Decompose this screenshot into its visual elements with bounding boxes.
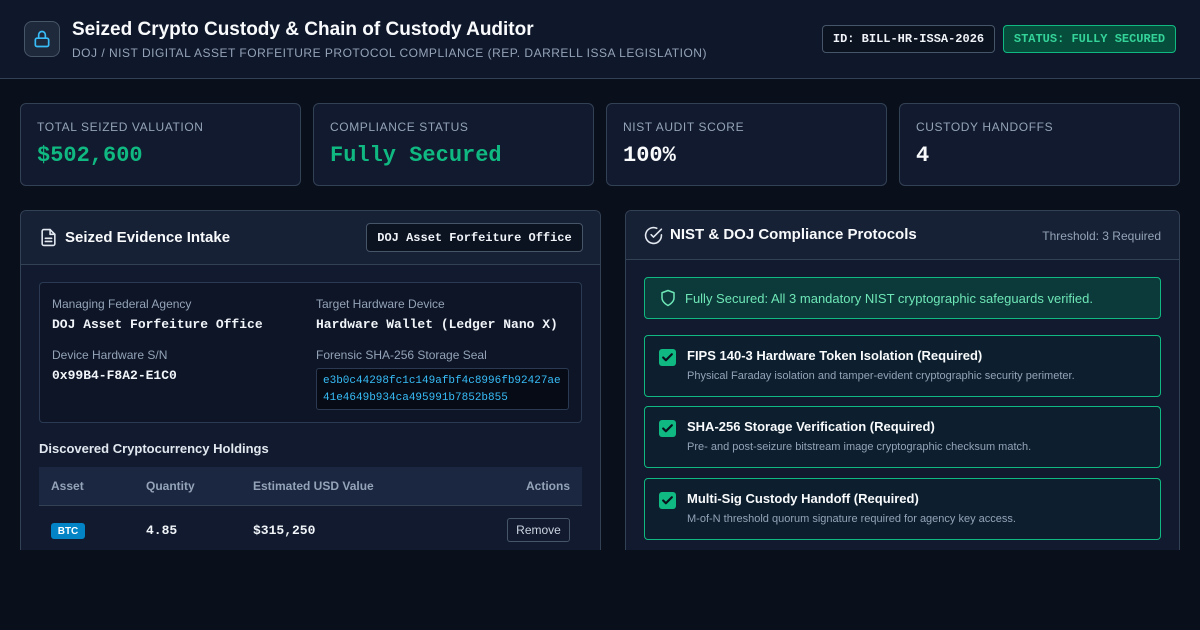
stat-card-custody-handoffs: CUSTODY HANDOFFS 4 (899, 103, 1180, 186)
compliance-panel: NIST & DOJ Compliance Protocols Threshol… (625, 210, 1180, 550)
stat-card-compliance-status: COMPLIANCE STATUS Fully Secured (313, 103, 594, 186)
device-value: Hardware Wallet (Ledger Nano X) (316, 317, 558, 332)
evidence-intake-panel: Seized Evidence Intake DOJ Asset Forfeit… (20, 210, 601, 550)
panel-header: NIST & DOJ Compliance Protocols Threshol… (626, 211, 1179, 260)
protocol-item-multisig[interactable]: Multi-Sig Custody Handoff (Required) M-o… (644, 478, 1161, 540)
stat-label: TOTAL SEIZED VALUATION (37, 120, 204, 134)
agency-value: DOJ Asset Forfeiture Office (52, 317, 263, 332)
checkbox[interactable] (659, 420, 676, 437)
stat-card-nist-score: NIST AUDIT SCORE 100% (606, 103, 887, 186)
stat-label: COMPLIANCE STATUS (330, 120, 469, 134)
alert-text: Fully Secured: All 3 mandatory NIST cryp… (685, 291, 1094, 306)
document-icon (39, 228, 58, 252)
app-header: Seized Crypto Custody & Chain of Custody… (0, 0, 1200, 79)
panel-title: Seized Evidence Intake (65, 229, 231, 246)
serial-label: Device Hardware S/N (52, 348, 168, 362)
usd-value-cell: $315,250 (253, 523, 316, 538)
column-header-quantity: Quantity (146, 479, 195, 493)
protocol-item-fips[interactable]: FIPS 140-3 Hardware Token Isolation (Req… (644, 335, 1161, 397)
protocol-item-sha256[interactable]: SHA-256 Storage Verification (Required) … (644, 406, 1161, 468)
seal-label: Forensic SHA-256 Storage Seal (316, 348, 487, 362)
compliance-alert: Fully Secured: All 3 mandatory NIST cryp… (644, 277, 1161, 319)
lock-icon (24, 21, 60, 57)
checkbox[interactable] (659, 349, 676, 366)
protocol-title: SHA-256 Storage Verification (Required) (687, 419, 935, 434)
quantity-cell: 4.85 (146, 523, 178, 538)
remove-button[interactable]: Remove (507, 518, 570, 542)
protocol-description: Physical Faraday isolation and tamper-ev… (687, 370, 1075, 382)
asset-badge: BTC (51, 523, 85, 539)
stat-value: $502,600 (37, 143, 143, 168)
app-title: Seized Crypto Custody & Chain of Custody… (72, 19, 534, 40)
column-header-asset: Asset (51, 479, 84, 493)
agency-label: Managing Federal Agency (52, 297, 192, 311)
panel-title: NIST & DOJ Compliance Protocols (670, 226, 917, 243)
check-circle-icon (644, 226, 663, 250)
stat-card-total-valuation: TOTAL SEIZED VALUATION $502,600 (20, 103, 301, 186)
stat-value: 100% (623, 143, 676, 168)
threshold-label: Threshold: 3 Required (1042, 229, 1161, 243)
stat-label: CUSTODY HANDOFFS (916, 120, 1054, 134)
stat-label: NIST AUDIT SCORE (623, 120, 745, 134)
bill-id-badge: ID: BILL-HR-ISSA-2026 (822, 25, 995, 53)
protocol-title: FIPS 140-3 Hardware Token Isolation (Req… (687, 348, 983, 363)
office-badge: DOJ Asset Forfeiture Office (366, 223, 583, 252)
protocol-description: M-of-N threshold quorum signature requir… (687, 513, 1016, 525)
column-header-actions: Actions (525, 479, 570, 493)
column-header-value: Estimated USD Value (253, 479, 374, 493)
serial-value: 0x99B4-F8A2-E1C0 (52, 368, 177, 383)
protocol-title: Multi-Sig Custody Handoff (Required) (687, 491, 919, 506)
protocol-description: Pre- and post-seizure bitstream image cr… (687, 441, 1032, 453)
table-row: BTC 4.85 $315,250 Remove (39, 507, 582, 550)
device-label: Target Hardware Device (316, 297, 445, 311)
holdings-title: Discovered Cryptocurrency Holdings (39, 441, 269, 456)
panel-header: Seized Evidence Intake DOJ Asset Forfeit… (21, 211, 600, 265)
seal-hash-value: e3b0c44298fc1c149afbf4c8996fb92427ae41e4… (316, 368, 569, 410)
shield-icon (659, 289, 677, 312)
stat-value: 4 (916, 143, 930, 168)
holdings-table-header: Asset Quantity Estimated USD Value Actio… (39, 467, 582, 506)
app-subtitle: DOJ / NIST DIGITAL ASSET FORFEITURE PROT… (72, 46, 707, 60)
checkbox[interactable] (659, 492, 676, 509)
evidence-details: Managing Federal Agency DOJ Asset Forfei… (39, 282, 582, 423)
status-badge: STATUS: FULLY SECURED (1003, 25, 1176, 53)
stat-value: Fully Secured (330, 143, 502, 168)
